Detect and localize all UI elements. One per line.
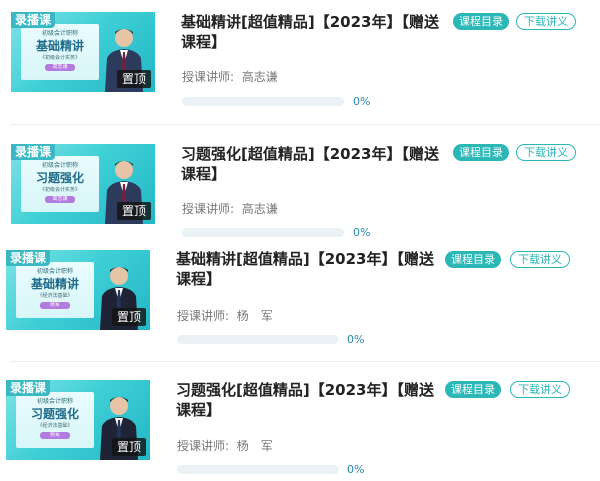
- progress-percent: 0%: [353, 95, 371, 108]
- thumbnail-title: 基础精讲: [30, 277, 79, 291]
- course-title[interactable]: 习题强化[超值精品]【2023年】【赠送课程】: [181, 144, 439, 184]
- course-thumbnail[interactable]: 初级会计职称 习题强化 《经济法基础》 杨军 录播课 置顶: [6, 380, 150, 460]
- thumbnail-title: 基础精讲: [35, 39, 84, 53]
- course-thumbnail[interactable]: 初级会计职称 基础精讲 《初级会计实务》 高志谦 录播课 置顶: [11, 12, 155, 92]
- course-item: 初级会计职称 基础精讲 《初级会计实务》 高志谦 录播课 置顶 基础精讲[超值精…: [0, 0, 600, 125]
- progress-percent: 0%: [347, 333, 365, 346]
- course-item: 初级会计职称 习题强化 《经济法基础》 杨军 录播课 置顶 习题强化[超值精品]…: [0, 362, 600, 481]
- thumbnail-book: 《初级会计实务》: [39, 55, 80, 61]
- teacher-label: 授课讲师:: [182, 202, 235, 216]
- thumbnail-book: 《初级会计实务》: [39, 187, 80, 193]
- course-thumbnail[interactable]: 初级会计职称 习题强化 《初级会计实务》 高志谦 录播课 置顶: [11, 144, 155, 224]
- progress-bar: [182, 228, 344, 237]
- thumbnail-book: 《经济法基础》: [37, 423, 73, 429]
- progress-bar: [177, 465, 339, 474]
- thumbnail-subtitle: 初级会计职称: [41, 30, 78, 37]
- teacher-name: 高志谦: [241, 70, 278, 84]
- recorded-tag: 录播课: [6, 250, 51, 266]
- pin-badge[interactable]: 置顶: [116, 70, 151, 88]
- download-handout-button[interactable]: 下载讲义: [510, 381, 570, 398]
- pin-badge[interactable]: 置顶: [111, 308, 146, 326]
- course-title[interactable]: 基础精讲[超值精品]【2023年】【赠送课程】: [181, 12, 439, 52]
- recorded-tag: 录播课: [11, 12, 56, 28]
- teacher-label: 授课讲师:: [177, 309, 230, 323]
- progress-bar: [177, 335, 339, 344]
- course-item: 初级会计职称 习题强化 《初级会计实务》 高志谦 录播课 置顶 习题强化[超值精…: [0, 125, 600, 245]
- course-catalog-button[interactable]: 课程目录: [453, 13, 509, 30]
- teacher-label: 授课讲师:: [182, 70, 235, 84]
- course-catalog-button[interactable]: 课程目录: [453, 144, 509, 161]
- teacher-name: 杨 军: [236, 309, 273, 323]
- thumbnail-teacher-pill: 高志谦: [45, 196, 75, 203]
- download-handout-button[interactable]: 下载讲义: [510, 251, 570, 268]
- thumbnail-teacher-pill: 杨军: [40, 432, 70, 439]
- teacher-line: 授课讲师: 高志谦: [182, 200, 278, 217]
- progress-percent: 0%: [347, 463, 365, 476]
- thumbnail-subtitle: 初级会计职称: [41, 162, 78, 169]
- course-thumbnail[interactable]: 初级会计职称 基础精讲 《经济法基础》 杨军 录播课 置顶: [6, 250, 150, 330]
- teacher-line: 授课讲师: 杨 军: [177, 307, 273, 324]
- download-handout-button[interactable]: 下载讲义: [516, 13, 576, 30]
- teacher-line: 授课讲师: 高志谦: [182, 68, 278, 85]
- thumbnail-subtitle: 初级会计职称: [36, 268, 73, 275]
- course-catalog-button[interactable]: 课程目录: [445, 251, 501, 268]
- thumbnail-title: 习题强化: [30, 407, 79, 421]
- thumbnail-teacher-pill: 杨军: [40, 302, 70, 309]
- thumbnail-book: 《经济法基础》: [37, 293, 73, 299]
- course-item: 初级会计职称 基础精讲 《经济法基础》 杨军 录播课 置顶 基础精讲[超值精品]…: [0, 245, 600, 362]
- thumbnail-teacher-pill: 高志谦: [45, 64, 75, 71]
- course-title[interactable]: 习题强化[超值精品]【2023年】【赠送课程】: [176, 380, 434, 420]
- download-handout-button[interactable]: 下载讲义: [516, 144, 576, 161]
- teacher-line: 授课讲师: 杨 军: [177, 437, 273, 454]
- pin-badge[interactable]: 置顶: [116, 202, 151, 220]
- thumbnail-title: 习题强化: [35, 171, 84, 185]
- progress-percent: 0%: [353, 226, 371, 239]
- course-title[interactable]: 基础精讲[超值精品]【2023年】【赠送课程】: [176, 249, 434, 289]
- teacher-name: 杨 军: [236, 439, 273, 453]
- teacher-name: 高志谦: [241, 202, 278, 216]
- recorded-tag: 录播课: [6, 380, 51, 396]
- teacher-label: 授课讲师:: [177, 439, 230, 453]
- progress-bar: [182, 97, 344, 106]
- thumbnail-subtitle: 初级会计职称: [36, 398, 73, 405]
- pin-badge[interactable]: 置顶: [111, 438, 146, 456]
- course-catalog-button[interactable]: 课程目录: [445, 381, 501, 398]
- recorded-tag: 录播课: [11, 144, 56, 160]
